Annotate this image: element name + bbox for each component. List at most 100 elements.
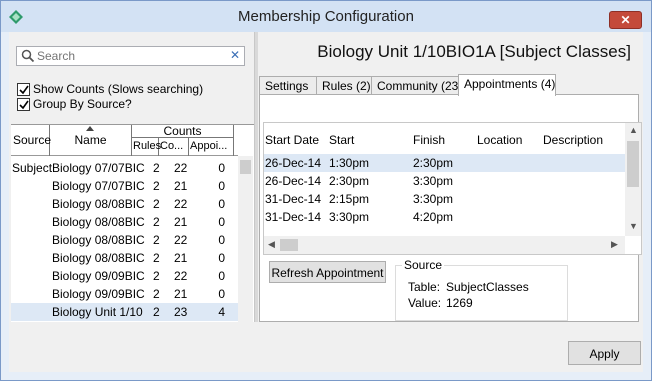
cell-finish: 2:30pm (413, 156, 454, 170)
column-group-counts: Counts (132, 124, 234, 138)
appointment-row[interactable]: 26-Dec-14 2:30pm 3:30pm (264, 172, 625, 190)
cell-start-date: 31-Dec-14 (265, 192, 322, 206)
table-row[interactable]: Biology 08/08BIC 2 22 0 (11, 231, 238, 249)
cell-finish: 3:30pm (413, 174, 454, 188)
cell-rules: 2 (153, 215, 160, 229)
column-appointments-label: Appoi... (190, 140, 228, 152)
cell-name: Biology 08/08BIC (52, 215, 145, 229)
apply-button[interactable]: Apply (568, 341, 641, 365)
grid-vertical-scrollbar[interactable] (238, 156, 253, 323)
group-heading: Biology Unit 1/10BIO1A [Subject Classes] (317, 42, 631, 61)
column-finish[interactable]: Finish (413, 133, 445, 147)
cell-community: 21 (174, 287, 188, 301)
cell-rules: 2 (153, 251, 160, 265)
cell-community: 23 (174, 305, 188, 319)
column-start-date[interactable]: Start Date (265, 133, 319, 147)
table-row[interactable]: Biology 08/08BIC 2 21 0 (11, 249, 238, 267)
cell-name: Biology 08/08BIC (52, 251, 145, 265)
table-row[interactable]: Biology 08/08BIC 2 21 0 (11, 213, 238, 231)
group-by-source-checkbox[interactable]: Group By Source? (17, 97, 147, 112)
column-name-label: Name (74, 133, 107, 147)
appointment-row[interactable]: 26-Dec-14 1:30pm 2:30pm (264, 154, 625, 172)
cell-community: 21 (174, 251, 188, 265)
tab-rules[interactable]: Rules (2) (316, 76, 372, 95)
tab-community[interactable]: Community (23) (371, 76, 462, 95)
column-description[interactable]: Description (543, 133, 603, 147)
scroll-up-icon[interactable]: ▲ (629, 125, 638, 135)
cell-finish: 4:20pm (413, 210, 454, 224)
source-value-value: 1269 (446, 296, 473, 310)
scroll-left-icon[interactable]: ◀ (268, 239, 275, 250)
table-row[interactable]: Biology Unit 1/10 2 23 4 (11, 303, 238, 321)
cell-community: 22 (174, 161, 188, 175)
appointments-panel: Start Date Start Finish Location Descrip… (259, 94, 642, 322)
cell-name: Biology 08/08BIC (52, 197, 145, 211)
show-counts-checkbox[interactable]: Show Counts (Slows searching) (17, 82, 203, 97)
cell-name: Biology Unit 1/10 (52, 305, 143, 319)
cell-rules: 2 (153, 161, 160, 175)
cell-appointments: 0 (218, 215, 225, 229)
sort-ascending-icon (86, 126, 94, 131)
cell-start-date: 26-Dec-14 (265, 156, 322, 170)
refresh-appointment-button[interactable]: Refresh Appointment (269, 261, 386, 283)
show-counts-check-box[interactable] (17, 83, 30, 96)
window-title: Membership Configuration (238, 8, 414, 25)
cell-start: 3:30pm (329, 210, 370, 224)
column-header-community[interactable]: Co... (159, 138, 189, 156)
scrollbar-thumb[interactable] (240, 160, 251, 174)
column-header-name[interactable]: Name (50, 125, 132, 156)
panel-splitter[interactable] (254, 32, 258, 322)
group-by-source-check-box[interactable] (17, 98, 30, 111)
cell-rules: 2 (153, 233, 160, 247)
close-button[interactable]: ✕ (609, 11, 642, 29)
table-row[interactable]: Biology 09/09BIC 2 21 0 (11, 285, 238, 303)
source-value-label: Value: (408, 296, 442, 310)
table-row[interactable]: Subject Biology 07/07BIC 2 22 0 (11, 159, 238, 177)
column-community-label: Co... (160, 140, 184, 152)
column-location[interactable]: Location (477, 133, 522, 147)
appointment-row[interactable]: 31-Dec-14 2:15pm 3:30pm (264, 190, 625, 208)
title-bar[interactable]: Membership Configuration ✕ (1, 1, 651, 32)
grid-header: Source Name Counts Rules Co... Appoi... (11, 124, 238, 156)
cell-appointments: 0 (218, 161, 225, 175)
checkmark-icon (19, 100, 29, 110)
checkmark-icon (19, 85, 29, 95)
show-counts-label: Show Counts (Slows searching) (33, 82, 204, 96)
column-header-source[interactable]: Source (11, 125, 51, 156)
tab-settings[interactable]: Settings (259, 76, 317, 95)
scroll-right-icon[interactable]: ▶ (611, 239, 618, 250)
cell-start: 2:15pm (329, 192, 370, 206)
scroll-down-icon[interactable]: ▼ (629, 221, 638, 231)
cell-appointments: 0 (218, 179, 225, 193)
cell-appointments: 0 (218, 287, 225, 301)
scrollbar-thumb[interactable] (280, 239, 298, 251)
cell-community: 22 (174, 269, 188, 283)
clear-search-icon[interactable]: ✕ (230, 48, 240, 62)
appointment-row[interactable]: 31-Dec-14 3:30pm 4:20pm (264, 208, 625, 226)
cell-name: Biology 09/09BIC (52, 287, 145, 301)
table-row[interactable]: Biology 08/08BIC 2 22 0 (11, 195, 238, 213)
cell-rules: 2 (153, 287, 160, 301)
cell-start-date: 31-Dec-14 (265, 210, 322, 224)
client-area: ✕ Show Counts (Slows searching) Group By… (9, 32, 643, 372)
scrollbar-thumb[interactable] (627, 141, 639, 187)
cell-appointments: 4 (218, 305, 225, 319)
membership-grid: Source Name Counts Rules Co... Appoi... … (11, 124, 254, 323)
column-start[interactable]: Start (329, 133, 354, 147)
search-box[interactable]: ✕ (16, 46, 245, 66)
cell-appointments: 0 (218, 269, 225, 283)
table-row[interactable]: Biology 07/07BIC 2 21 0 (11, 177, 238, 195)
cell-name: Biology 07/07BIC (52, 179, 145, 193)
appointments-horizontal-scrollbar[interactable]: ◀ ▶ (264, 236, 625, 254)
column-header-appointments[interactable]: Appoi... (189, 138, 234, 156)
source-title: Source (402, 258, 445, 272)
cell-community: 21 (174, 215, 188, 229)
counts-group-label: Counts (163, 124, 202, 138)
column-header-rules[interactable]: Rules (132, 138, 161, 156)
appointments-vertical-scrollbar[interactable]: ▲ ▼ (625, 123, 641, 236)
source-table-label: Table: (408, 280, 441, 294)
tab-appointments[interactable]: Appointments (4) (458, 74, 556, 96)
cell-name: Biology 08/08BIC (52, 233, 145, 247)
table-row[interactable]: Biology 09/09BIC 2 22 0 (11, 267, 238, 285)
search-input[interactable] (37, 48, 223, 64)
